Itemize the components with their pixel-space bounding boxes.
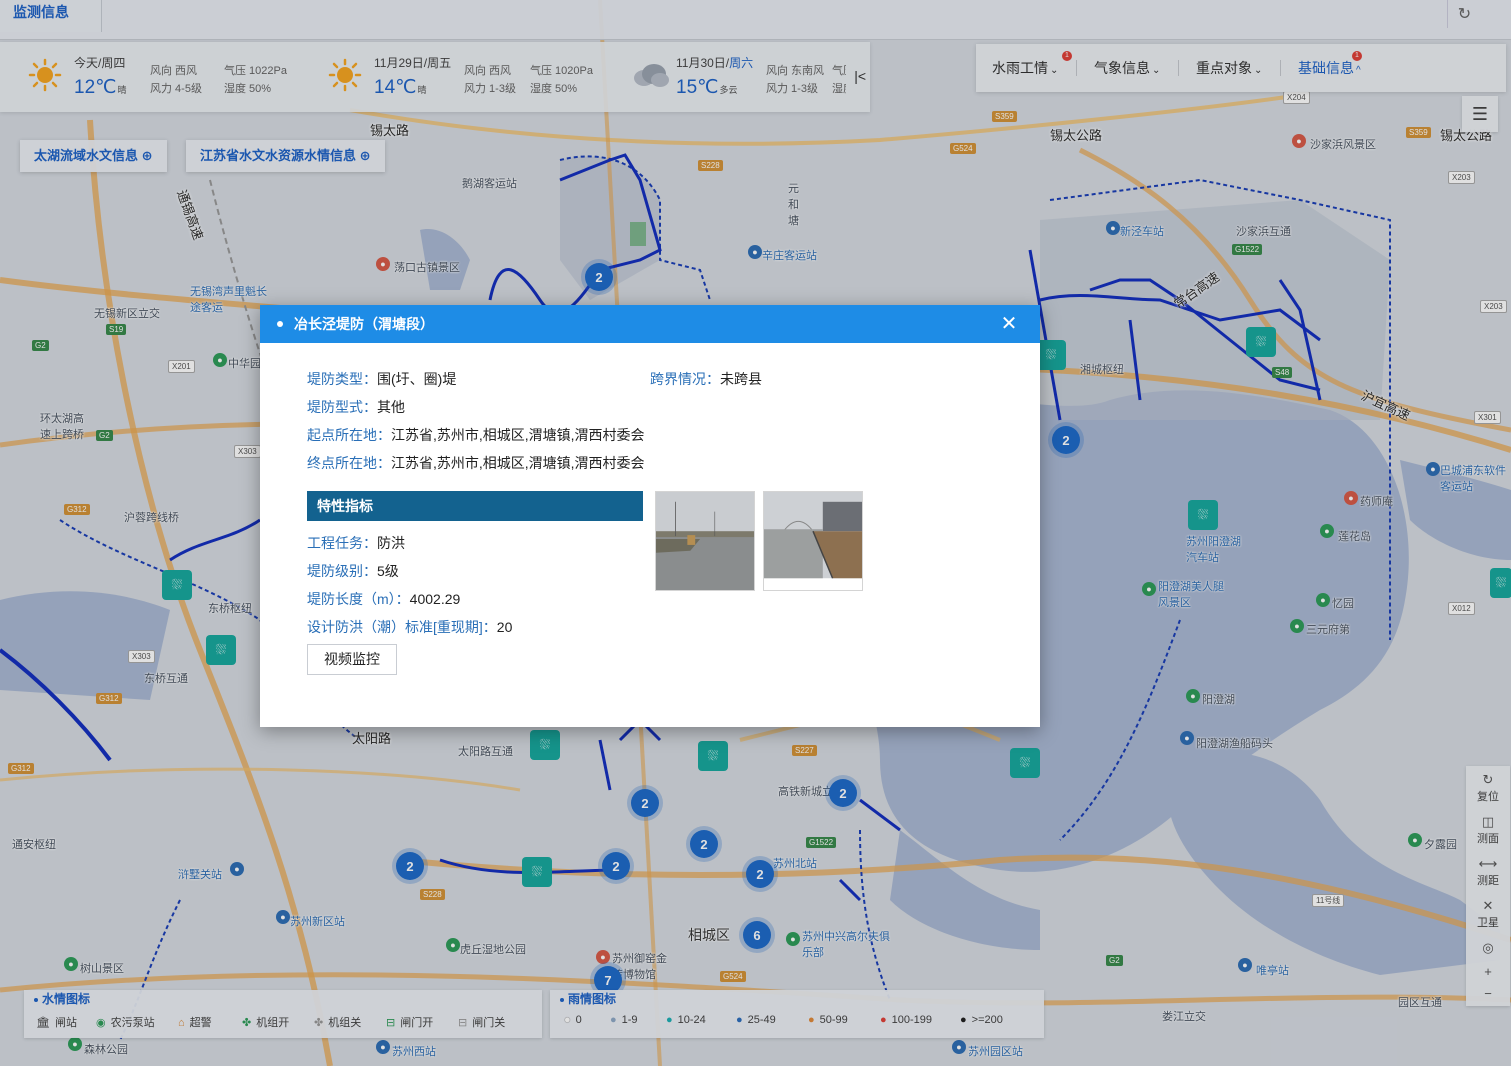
field-dike-length: 堤防长度（m）：4002.29 xyxy=(307,589,460,609)
dike-photo-image xyxy=(656,492,754,590)
field-value: 江苏省,苏州市,相城区,渭塘镇,渭西村委会 xyxy=(391,427,645,443)
dike-photo[interactable] xyxy=(655,491,755,591)
field-value: 围(圩、圈)堤 xyxy=(377,371,457,387)
field-value: 20 xyxy=(496,619,513,635)
field-end-location: 终点所在地：江苏省,苏州市,相城区,渭塘镇,渭西村委会 xyxy=(307,453,645,473)
dike-photo[interactable] xyxy=(763,491,863,591)
field-key: 设计防洪（潮）标准[重现期]： xyxy=(307,619,497,635)
dialog-header: 冶长泾堤防（渭塘段） ✕ xyxy=(260,305,1040,343)
field-value: 4002.29 xyxy=(409,591,461,607)
field-value: 5级 xyxy=(377,563,399,579)
title-dot-icon xyxy=(277,321,283,327)
field-dike-form: 堤防型式：其他 xyxy=(307,397,405,417)
field-start-location: 起点所在地：江苏省,苏州市,相城区,渭塘镇,渭西村委会 xyxy=(307,425,645,445)
field-value: 江苏省,苏州市,相城区,渭塘镇,渭西村委会 xyxy=(391,455,645,471)
field-key: 堤防长度（m）： xyxy=(307,591,410,607)
section-title-characteristics: 特性指标 xyxy=(307,491,643,521)
video-monitor-button[interactable]: 视频监控 xyxy=(307,644,397,675)
close-icon[interactable]: ✕ xyxy=(998,313,1020,335)
field-key: 起点所在地： xyxy=(307,427,391,443)
field-dike-type: 堤防类型：围(圩、圈)堤 xyxy=(307,369,456,389)
field-value: 未跨县 xyxy=(720,371,762,387)
field-key: 堤防级别： xyxy=(307,563,377,579)
dike-info-dialog: 冶长泾堤防（渭塘段） ✕ 堤防类型：围(圩、圈)堤 跨界情况：未跨县 堤防型式：… xyxy=(260,305,1040,727)
field-value: 其他 xyxy=(377,399,405,415)
field-cross-boundary: 跨界情况：未跨县 xyxy=(650,369,762,389)
field-key: 堤防型式： xyxy=(307,399,377,415)
dialog-title: 冶长泾堤防（渭塘段） xyxy=(294,316,434,332)
field-key: 终点所在地： xyxy=(307,455,391,471)
dike-photo-image xyxy=(764,492,862,590)
field-flood-standard: 设计防洪（潮）标准[重现期]：20 xyxy=(307,617,512,637)
field-engineering-task: 工程任务：防洪 xyxy=(307,533,405,553)
field-key: 堤防类型： xyxy=(307,371,377,387)
field-dike-level: 堤防级别：5级 xyxy=(307,561,399,581)
field-key: 工程任务： xyxy=(307,535,377,551)
field-key: 跨界情况： xyxy=(650,371,720,387)
field-value: 防洪 xyxy=(377,535,405,551)
